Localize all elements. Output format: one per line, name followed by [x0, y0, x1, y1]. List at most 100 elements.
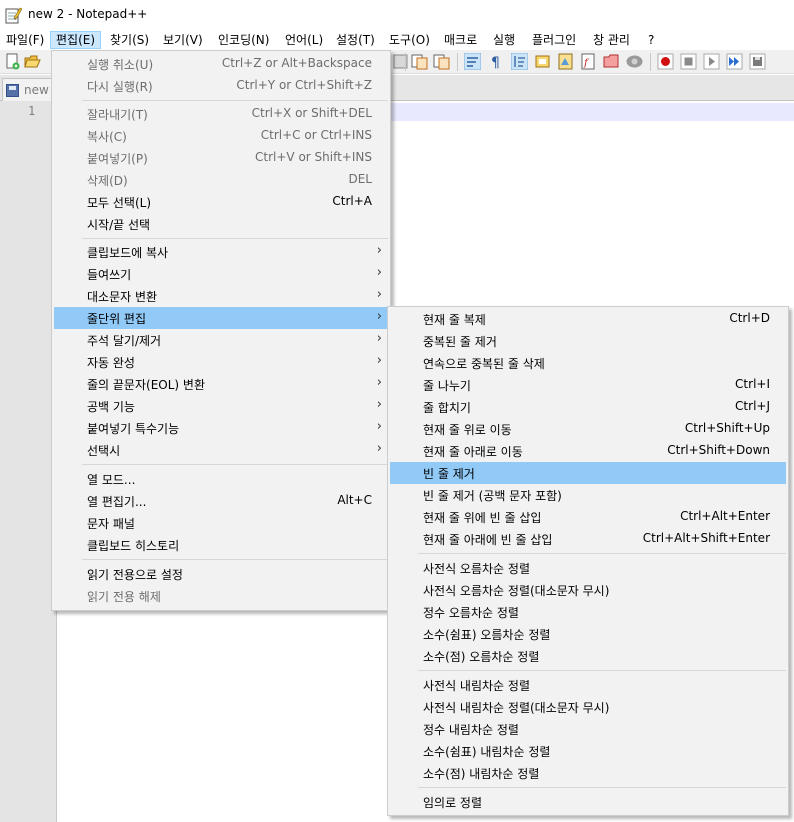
- menu-item-duplicate-line[interactable]: 현재 줄 복제 Ctrl+D: [390, 308, 786, 330]
- menu-view[interactable]: 보기(V): [158, 31, 208, 49]
- show-all-chars-icon[interactable]: ¶: [487, 53, 504, 70]
- shortcut-label: Ctrl+X or Shift+DEL: [251, 106, 372, 120]
- menu-item-select-all[interactable]: 모두 선택(L) Ctrl+A: [54, 191, 388, 213]
- menu-item-paste[interactable]: 붙여넣기(P) Ctrl+V or Shift+INS: [54, 147, 388, 169]
- menu-item-auto-completion[interactable]: 자동 완성 ›: [54, 351, 388, 373]
- record-macro-icon[interactable]: [657, 53, 674, 70]
- menu-file[interactable]: 파일(F): [1, 31, 49, 49]
- menu-item-delete[interactable]: 삭제(D) DEL: [54, 169, 388, 191]
- menu-item-sort-lex-desc-ignore-case[interactable]: 사전식 내림차순 정렬(대소문자 무시): [390, 696, 786, 718]
- menu-item-paste-special[interactable]: 붙여넣기 특수기능 ›: [54, 417, 388, 439]
- new-file-icon[interactable]: [4, 53, 21, 70]
- function-list-icon[interactable]: f: [580, 53, 597, 70]
- window-title: new 2 - Notepad++: [28, 7, 148, 21]
- menu-item-join-lines[interactable]: 줄 합치기 Ctrl+J: [390, 396, 786, 418]
- menu-item-copy[interactable]: 복사(C) Ctrl+C or Ctrl+INS: [54, 125, 388, 147]
- menu-separator: [82, 559, 388, 560]
- shortcut-label: Ctrl+A: [332, 194, 372, 208]
- menu-macro[interactable]: 매크로: [439, 31, 482, 49]
- play-macro-icon[interactable]: [703, 53, 720, 70]
- menu-item-insert-blank-line-above[interactable]: 현재 줄 위에 빈 줄 삽입 Ctrl+Alt+Enter: [390, 506, 786, 528]
- menu-item-cut[interactable]: 잘라내기(T) Ctrl+X or Shift+DEL: [54, 103, 388, 125]
- menu-item-move-line-down[interactable]: 현재 줄 아래로 이동 Ctrl+Shift+Down: [390, 440, 786, 462]
- menu-item-blank-operations[interactable]: 공백 기능 ›: [54, 395, 388, 417]
- menu-edit[interactable]: 편집(E): [50, 31, 102, 49]
- shortcut-label: Ctrl+V or Shift+INS: [255, 150, 372, 164]
- menu-item-begin-end-select[interactable]: 시작/끝 선택: [54, 213, 388, 235]
- menu-item-sort-decimal-comma-asc[interactable]: 소수(쉼표) 오름차순 정렬: [390, 623, 786, 645]
- shortcut-label: Ctrl+Shift+Down: [667, 443, 770, 457]
- menu-item-character-panel[interactable]: 문자 패널: [54, 512, 388, 534]
- shortcut-label: Alt+C: [337, 493, 372, 507]
- menu-item-comment[interactable]: 주석 달기/제거 ›: [54, 329, 388, 351]
- run-macro-multiple-icon[interactable]: [726, 53, 743, 70]
- shortcut-label: Ctrl+D: [729, 311, 770, 325]
- indent-guide-icon[interactable]: [511, 53, 528, 70]
- menu-item-sort-lex-asc[interactable]: 사전식 오름차순 정렬: [390, 557, 786, 579]
- shortcut-label: Ctrl+I: [735, 377, 770, 391]
- menu-item-move-line-up[interactable]: 현재 줄 위로 이동 Ctrl+Shift+Up: [390, 418, 786, 440]
- menu-item-set-read-only[interactable]: 읽기 전용으로 설정: [54, 563, 388, 585]
- menu-item-remove-empty-lines-with-blank[interactable]: 빈 줄 제거 (공백 문자 포함): [390, 484, 786, 506]
- menu-separator: [82, 100, 388, 101]
- chevron-right-icon: ›: [376, 309, 382, 324]
- menu-settings[interactable]: 설정(T): [331, 31, 380, 49]
- menu-separator: [82, 464, 388, 465]
- menu-item-clear-read-only[interactable]: 읽기 전용 해제: [54, 585, 388, 607]
- menu-run[interactable]: 실행: [488, 31, 520, 49]
- menu-item-sort-random[interactable]: 임의로 정렬: [390, 791, 786, 813]
- sync-vertical-icon[interactable]: [411, 53, 428, 70]
- menu-item-sort-decimal-dot-desc[interactable]: 소수(점) 내림차순 정렬: [390, 762, 786, 784]
- menu-item-on-selection[interactable]: 선택시 ›: [54, 439, 388, 461]
- menu-item-remove-empty-lines[interactable]: 빈 줄 제거: [390, 462, 786, 484]
- menu-item-redo[interactable]: 다시 실행(R) Ctrl+Y or Ctrl+Shift+Z: [54, 75, 388, 97]
- doc-map-icon[interactable]: [557, 53, 574, 70]
- chevron-right-icon: ›: [376, 287, 382, 302]
- menu-item-column-editor[interactable]: 열 편집기... Alt+C: [54, 490, 388, 512]
- shortcut-label: Ctrl+Shift+Up: [684, 421, 770, 435]
- folder-workspace-icon[interactable]: [603, 53, 620, 70]
- menu-item-copy-to-clipboard[interactable]: 클립보드에 복사 ›: [54, 241, 388, 263]
- monitoring-icon[interactable]: [626, 53, 643, 70]
- line-number-gutter: 1: [0, 101, 57, 822]
- save-macro-icon[interactable]: [749, 53, 766, 70]
- line-operations-submenu: 현재 줄 복제 Ctrl+D 중복된 줄 제거 연속으로 중복된 줄 삭제 줄 …: [387, 306, 789, 816]
- menu-item-insert-blank-line-below[interactable]: 현재 줄 아래에 빈 줄 삽입 Ctrl+Alt+Shift+Enter: [390, 528, 786, 550]
- notepad-app-icon: [5, 7, 22, 24]
- menu-item-clipboard-history[interactable]: 클립보드 히스토리: [54, 534, 388, 556]
- sync-horizontal-icon[interactable]: [433, 53, 450, 70]
- stop-macro-icon[interactable]: [680, 53, 697, 70]
- menu-item-sort-lex-desc[interactable]: 사전식 내림차순 정렬: [390, 674, 786, 696]
- menu-plugins[interactable]: 플러그인: [527, 31, 581, 49]
- menu-item-sort-decimal-comma-desc[interactable]: 소수(쉼표) 내림차순 정렬: [390, 740, 786, 762]
- open-file-icon[interactable]: [24, 53, 41, 70]
- menu-language[interactable]: 언어(L): [280, 31, 328, 49]
- shortcut-label: Ctrl+J: [735, 399, 770, 413]
- menu-tools[interactable]: 도구(O): [384, 31, 435, 49]
- menu-item-split-lines[interactable]: 줄 나누기 Ctrl+I: [390, 374, 786, 396]
- menu-item-remove-consecutive-duplicates[interactable]: 연속으로 중복된 줄 삭제: [390, 352, 786, 374]
- menu-separator: [418, 553, 786, 554]
- menu-item-column-mode[interactable]: 열 모드...: [54, 468, 388, 490]
- toolbar-icon[interactable]: [392, 53, 409, 70]
- menu-item-sort-lex-asc-ignore-case[interactable]: 사전식 오름차순 정렬(대소문자 무시): [390, 579, 786, 601]
- chevron-right-icon: ›: [376, 331, 382, 346]
- menu-item-remove-duplicate-lines[interactable]: 중복된 줄 제거: [390, 330, 786, 352]
- menu-item-line-operations[interactable]: 줄단위 편집 ›: [54, 307, 388, 329]
- menu-item-sort-decimal-dot-asc[interactable]: 소수(점) 오름차순 정렬: [390, 645, 786, 667]
- menu-item-indent[interactable]: 들여쓰기 ›: [54, 263, 388, 285]
- menu-window[interactable]: 창 관리: [588, 31, 635, 49]
- menu-item-sort-int-desc[interactable]: 정수 내림차순 정렬: [390, 718, 786, 740]
- tab-label: new: [24, 83, 49, 97]
- menu-item-convert-case[interactable]: 대소문자 변환 ›: [54, 285, 388, 307]
- word-wrap-icon[interactable]: [464, 53, 481, 70]
- svg-text:¶: ¶: [491, 55, 500, 70]
- menu-item-sort-int-asc[interactable]: 정수 오름차순 정렬: [390, 601, 786, 623]
- menu-encoding[interactable]: 인코딩(N): [213, 31, 274, 49]
- menu-item-undo[interactable]: 실행 취소(U) Ctrl+Z or Alt+Backspace: [54, 53, 388, 75]
- menu-help[interactable]: ?: [643, 31, 659, 49]
- shortcut-label: DEL: [348, 172, 372, 186]
- menu-item-eol-conversion[interactable]: 줄의 끝문자(EOL) 변환 ›: [54, 373, 388, 395]
- user-language-icon[interactable]: [534, 53, 551, 70]
- menu-search[interactable]: 찾기(S): [105, 31, 154, 49]
